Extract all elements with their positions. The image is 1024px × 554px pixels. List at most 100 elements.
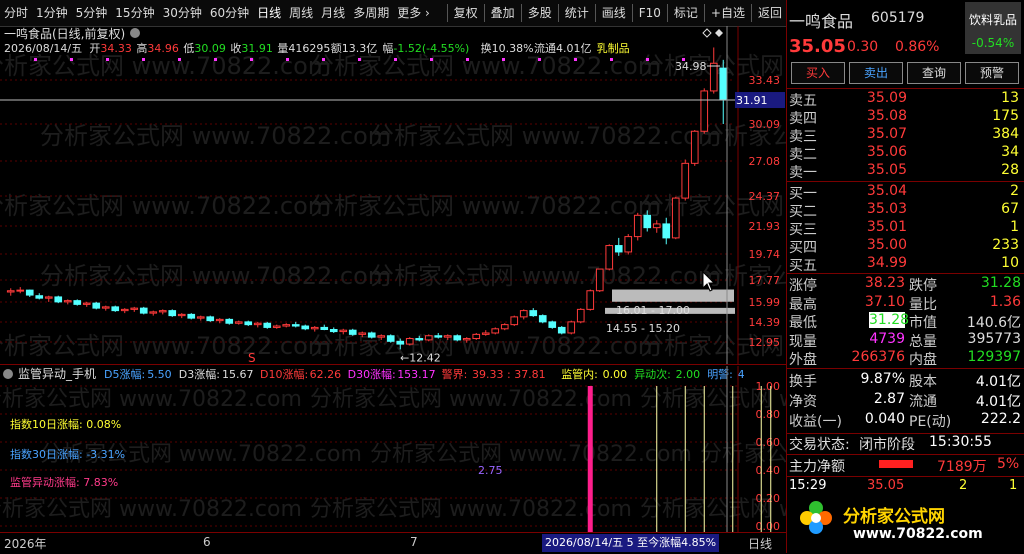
period-tab-2[interactable]: 5分钟 xyxy=(72,0,112,26)
stock-code: 605179 xyxy=(871,10,925,26)
candle-body xyxy=(633,214,642,238)
indicator-menu-icon[interactable] xyxy=(3,369,13,379)
date-bar: 2026年 6 7 2026/08/14/五 5 至今涨幅4.85% 日线 xyxy=(0,532,786,554)
period-tab-1[interactable]: 1分钟 xyxy=(32,0,72,26)
toolbar-button-8[interactable]: 返回 xyxy=(754,0,786,26)
candle-body xyxy=(206,316,215,322)
query-button[interactable]: 查询 xyxy=(907,62,961,84)
bid-level-row[interactable]: 买三 35.01 1 xyxy=(787,219,1024,238)
price-axis-label: 30.09 xyxy=(749,118,781,131)
candle-body xyxy=(358,332,367,335)
indicator-param-value: 15.67 xyxy=(222,368,254,381)
indicator-bar xyxy=(684,386,686,532)
trade-status-row: 交易状态: 闭市阶段 15:30:55 xyxy=(789,434,992,453)
period-label[interactable]: 日线 xyxy=(748,535,772,552)
ask-level-row[interactable]: 卖三 35.07 384 xyxy=(787,126,1024,145)
info-text: 30.09 xyxy=(194,42,226,55)
candle-body xyxy=(415,338,424,341)
watermark-text: 分析家公式网 www.70822.com xyxy=(40,122,391,150)
regulation-text: 监管异动涨幅: 7.83% xyxy=(10,475,118,489)
bid-level-row[interactable]: 买一 35.04 2 xyxy=(787,183,1024,202)
date-label-month: 7 xyxy=(410,535,418,549)
watermark-text: 分析家公式网 www.70822.com xyxy=(0,387,302,412)
main-flow-bar xyxy=(879,460,913,468)
info-text: 流通 xyxy=(534,41,556,55)
indicator-axis-label: 0.00 xyxy=(756,520,781,532)
period-tab-4[interactable]: 30分钟 xyxy=(159,0,206,26)
kline-chart[interactable]: 分析家公式网 www.70822.com 分析家公式网 www.70822.com… xyxy=(0,26,1024,365)
logo-flower-icon xyxy=(799,500,832,534)
period-tab-8[interactable]: 月线 xyxy=(317,0,349,26)
candle-body xyxy=(453,335,462,341)
toolbar-button-3[interactable]: 统计 xyxy=(561,0,593,26)
candle-body xyxy=(215,318,224,322)
candle-body xyxy=(377,335,386,338)
bid-level-row[interactable]: 买五 34.99 10 xyxy=(787,255,1024,274)
industry-box[interactable]: 饮料乳品 -0.54% xyxy=(965,2,1021,54)
candle-body xyxy=(643,214,652,229)
period-tab-7[interactable]: 周线 xyxy=(285,0,317,26)
indicator-panel[interactable]: 分析家公式网 www.70822.com 分析家公式网 www.70822.com… xyxy=(0,366,1022,533)
zone-label: 14.55 - 15.20 xyxy=(606,322,680,335)
candle-body xyxy=(196,316,205,319)
signal-dot xyxy=(322,58,325,61)
candle-body xyxy=(348,329,357,335)
current-price-label: 31.91 xyxy=(736,94,768,107)
signal-dot xyxy=(502,58,505,61)
bid-level-row[interactable]: 买四 35.00 233 xyxy=(787,237,1024,256)
signal-dot xyxy=(538,58,541,61)
period-tab-0[interactable]: 分时 xyxy=(0,0,32,26)
period-tab-6[interactable]: 日线 xyxy=(253,0,285,26)
info-text: 开 xyxy=(89,42,100,55)
sell-button[interactable]: 卖出 xyxy=(849,62,903,84)
toolbar-button-6[interactable]: 标记 xyxy=(670,0,702,26)
candle-body xyxy=(605,245,614,270)
period-tab-9[interactable]: 多周期 xyxy=(349,0,393,26)
kline-svg[interactable]: 分析家公式网 www.70822.com分析家公式网 www.70822.com… xyxy=(0,26,1024,365)
ask-level-row[interactable]: 卖二 35.06 34 xyxy=(787,144,1024,163)
price-axis-label: 33.43 xyxy=(749,74,781,87)
watermark-text: 分析家公式网 www.70822.com xyxy=(370,262,721,290)
alert-button[interactable]: 预警 xyxy=(965,62,1019,84)
indicator-svg[interactable]: 分析家公式网 www.70822.com 分析家公式网 www.70822.com… xyxy=(0,366,1022,533)
candle-body xyxy=(16,289,25,292)
date-label-month: 6 xyxy=(203,535,211,549)
toolbar-button-7[interactable]: +自选 xyxy=(707,0,749,26)
toolbar-button-1[interactable]: 叠加 xyxy=(487,0,519,26)
candle-body xyxy=(652,223,661,229)
period-tab-5[interactable]: 60分钟 xyxy=(206,0,253,26)
watermark-text: 分析家公式网 www.70822.com xyxy=(370,122,721,150)
candle-body xyxy=(491,328,500,334)
ask-level-row[interactable]: 卖五 35.09 13 xyxy=(787,90,1024,109)
indicator-param-label: 明警: xyxy=(707,367,733,381)
candle-body xyxy=(6,290,15,293)
indicator-title: 监管异动_手机 xyxy=(18,366,96,381)
signal-dot xyxy=(178,58,181,61)
bid-level-row[interactable]: 买二 35.03 67 xyxy=(787,201,1024,220)
indicator-param-value: 0.00 xyxy=(603,368,628,381)
period-tab-3[interactable]: 15分钟 xyxy=(111,0,158,26)
candle-body xyxy=(158,310,167,313)
indicator-axis-label: 0.80 xyxy=(756,408,781,421)
candle-body xyxy=(73,300,82,305)
ask-level-row[interactable]: 卖一 35.05 28 xyxy=(787,162,1024,181)
buy-button[interactable]: 买入 xyxy=(791,62,845,84)
candle-body xyxy=(130,307,139,310)
toolbar-button-4[interactable]: 画线 xyxy=(598,0,630,26)
candle-body xyxy=(139,307,148,314)
ask-level-row[interactable]: 卖四 35.08 175 xyxy=(787,108,1024,127)
toolbar-button-0[interactable]: 复权 xyxy=(450,0,482,26)
signal-dot xyxy=(106,58,109,61)
toolbar-button-5[interactable]: F10 xyxy=(635,0,665,26)
indicator-axis-label: 0.40 xyxy=(756,464,781,477)
toolbar-button-2[interactable]: 多股 xyxy=(524,0,556,26)
panel-divider xyxy=(0,364,786,365)
quote-stat-row: 现量 4739 总量 395773 xyxy=(789,330,1021,350)
candle-body xyxy=(92,302,101,309)
chart-menu-icon[interactable] xyxy=(130,28,140,38)
indicator-param-label: 监管内: xyxy=(561,367,598,381)
price-axis-label: 21.93 xyxy=(749,220,781,233)
period-tab-10[interactable]: 更多 › xyxy=(393,0,434,26)
watermark-text: 分析家公式网 www.70822.com xyxy=(310,387,632,412)
main-flow-row: 主力净额 7189万 5% xyxy=(789,456,1020,475)
